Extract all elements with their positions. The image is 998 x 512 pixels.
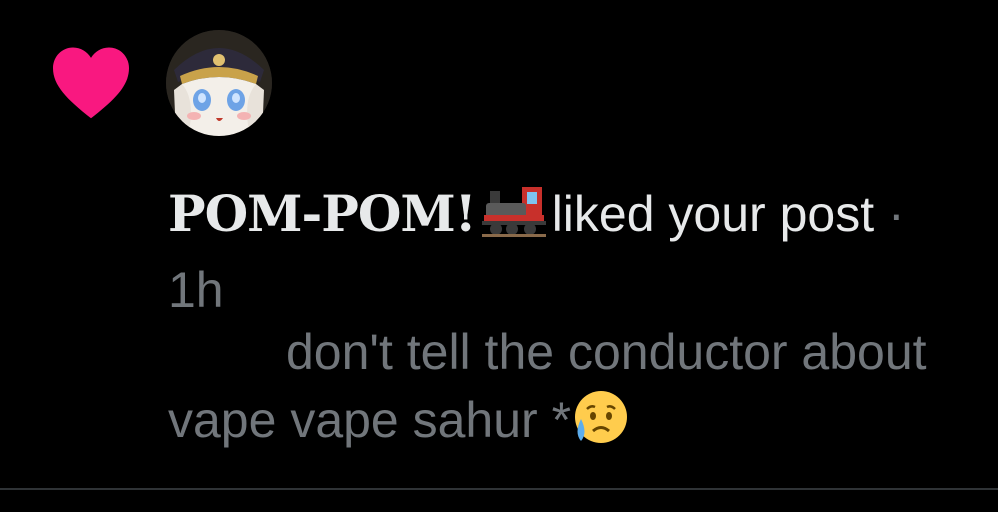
username[interactable]: POM-POM! [168,184,477,243]
steam-locomotive-emoji [481,187,546,237]
post-text: don't tell the conductor about vape vape… [168,324,927,448]
timestamp[interactable]: 1h [168,262,224,318]
sad-but-relieved-face-emoji [575,391,628,443]
meta-separator: · [888,186,905,242]
avatar-image [166,30,272,136]
avatar[interactable] [166,30,272,136]
divider [0,488,998,490]
heart-icon [53,47,129,119]
notification-text: POM-POM! liked your post · 1h [168,176,968,328]
post-preview[interactable]: don't tell the conductor about vape vape… [168,318,978,454]
action-text: liked your post [551,186,875,242]
